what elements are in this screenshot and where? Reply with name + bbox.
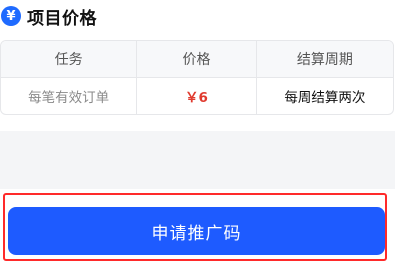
apply-promo-code-button[interactable]: 申请推广码 bbox=[8, 207, 385, 255]
spacer-band bbox=[0, 131, 395, 189]
yen-icon: ¥ bbox=[1, 6, 21, 26]
table-row: 每笔有效订单 ￥6 每周结算两次 bbox=[1, 77, 393, 114]
header-settlement-cycle: 结算周期 bbox=[255, 41, 393, 77]
section-title: 项目价格 bbox=[27, 8, 97, 29]
section-header: ¥ 项目价格 bbox=[0, 4, 97, 29]
settlement-cycle-cell: 每周结算两次 bbox=[255, 78, 393, 114]
header-price: 价格 bbox=[136, 41, 255, 77]
task-cell: 每笔有效订单 bbox=[28, 90, 110, 106]
header-task: 任务 bbox=[54, 52, 83, 68]
price-cell: ￥6 bbox=[136, 78, 255, 114]
table-header-row: 任务 价格 结算周期 bbox=[1, 41, 393, 77]
price-table: 任务 价格 结算周期 每笔有效订单 ￥6 每周结算两次 bbox=[0, 40, 394, 115]
